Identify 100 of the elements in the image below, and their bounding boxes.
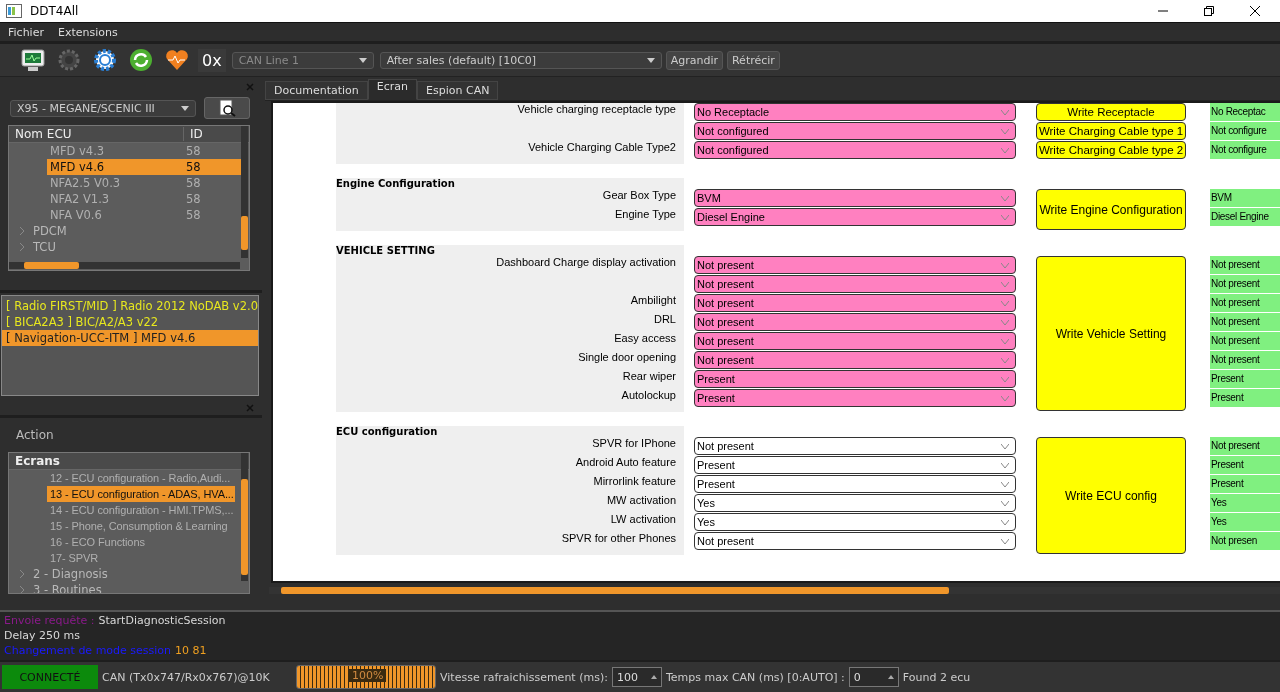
column-header[interactable]: Ecrans [9, 454, 60, 468]
log-text: Envoie requête : [4, 614, 95, 629]
read-value: Present [1210, 370, 1280, 388]
value-dropdown[interactable]: Not present [694, 437, 1016, 455]
field-label: Android Auto feature [575, 456, 676, 468]
ecu-list-item[interactable]: [ Radio FIRST/MID ] Radio 2012 NoDAB v2.0 [2, 297, 258, 314]
field-label: Gear Box Type [602, 189, 676, 201]
write-button[interactable]: Write Charging Cable type 1 [1036, 122, 1186, 140]
can-info: CAN (Tx0x747/Rx0x767)@10K [102, 670, 271, 684]
value-dropdown[interactable]: Not present [694, 313, 1016, 331]
found-count: Found 2 ecu [902, 670, 971, 684]
value-dropdown[interactable]: Not present [694, 256, 1016, 274]
write-button[interactable]: Write Charging Cable type 2 [1036, 141, 1186, 159]
value-dropdown[interactable]: Present [694, 475, 1016, 493]
tree-item[interactable]: MFD v4.6 58 [47, 159, 243, 175]
vehicle-dropdown[interactable]: X95 - MEGANE/SCENIC III [10, 99, 196, 117]
read-value: Not present [1210, 294, 1280, 312]
menu-item[interactable]: Fichier [8, 25, 44, 39]
maximize-icon[interactable] [1204, 6, 1214, 16]
field-label: Rear wiper [622, 370, 676, 382]
tab[interactable]: Documentation [265, 81, 368, 100]
value-dropdown[interactable]: Not present [694, 294, 1016, 312]
progress-reading: 100% [349, 669, 387, 682]
value-dropdown[interactable]: Not present [694, 275, 1016, 293]
caret-icon [358, 57, 367, 63]
caret-icon [181, 105, 189, 111]
read-value: Yes [1210, 494, 1280, 512]
refresh-label: Vitesse rafraichissement (ms): [440, 670, 608, 684]
field-label: LW activation [610, 513, 676, 525]
read-value: Present [1210, 456, 1280, 474]
read-value: Not present [1210, 351, 1280, 369]
scrollbar-thumb[interactable] [241, 216, 248, 250]
field-label: DRL [654, 313, 676, 325]
monitor-icon[interactable] [18, 47, 48, 73]
read-value: Not present [1210, 313, 1280, 331]
toolbar-button[interactable]: Agrandir [665, 50, 723, 70]
write-button[interactable]: Write Receptacle [1036, 103, 1186, 121]
field-label: Single door opening [578, 351, 676, 363]
write-button[interactable]: Write Vehicle Setting [1036, 256, 1186, 411]
section-title: Engine Configuration [336, 178, 456, 187]
value-dropdown[interactable]: Yes [694, 494, 1016, 512]
tab[interactable]: Ecran [367, 79, 418, 100]
scrollbar[interactable] [269, 587, 1280, 594]
panel-title: Action [15, 428, 55, 444]
close-icon[interactable] [1250, 6, 1260, 16]
refresh-spinbox[interactable]: 100 [611, 667, 662, 687]
field-label: MW activation [606, 494, 676, 506]
scrollbar-thumb[interactable] [281, 587, 949, 594]
scrollbar-thumb[interactable] [241, 479, 248, 575]
field-label: Engine Type [615, 208, 676, 220]
connection-status: CONNECTÉ [2, 665, 98, 689]
read-value: Diesel Engine [1210, 208, 1280, 226]
read-value: BVM [1210, 189, 1280, 207]
scrollbar-thumb[interactable] [24, 261, 79, 269]
toolbar-button[interactable]: Rétrécir [726, 50, 780, 70]
write-button[interactable]: Write Engine Configuration [1036, 189, 1186, 230]
timeout-spinbox[interactable]: 0 [848, 667, 899, 687]
menu-item[interactable]: Extensions [57, 25, 118, 39]
search-icon [218, 99, 236, 117]
value-dropdown[interactable]: Not present [694, 351, 1016, 369]
log-text: 10 81 [175, 644, 207, 659]
column-header[interactable]: ID [183, 127, 203, 141]
tab[interactable]: Espion CAN [417, 81, 499, 100]
value-dropdown[interactable]: Not present [694, 332, 1016, 350]
log-text: Changement de mode session [4, 644, 172, 659]
value-dropdown[interactable]: Present [694, 370, 1016, 388]
hex-toggle[interactable]: 0x [198, 48, 226, 72]
ecu-list-item[interactable]: [ BICA2A3 ] BIC/A2/A3 v22 [2, 313, 258, 330]
value-dropdown[interactable]: Not configured [694, 141, 1016, 159]
value-dropdown[interactable]: Present [694, 389, 1016, 407]
value-dropdown[interactable]: BVM [694, 189, 1016, 207]
column-header[interactable]: Nom ECU [9, 127, 183, 141]
scrollbar[interactable] [241, 126, 248, 258]
search-button[interactable] [204, 97, 250, 119]
value-dropdown[interactable]: Yes [694, 513, 1016, 531]
value-dropdown[interactable]: No Receptacle [694, 103, 1016, 121]
read-value: Present [1210, 475, 1280, 493]
read-value: Not present [1210, 256, 1280, 274]
field-label: SPVR for other Phones [561, 532, 676, 544]
scrollbar[interactable] [241, 453, 248, 581]
write-button[interactable]: Write ECU config [1036, 437, 1186, 554]
read-value: Not present [1210, 332, 1280, 350]
read-value: Not configure [1210, 122, 1280, 140]
value-dropdown[interactable]: Not configured [694, 122, 1016, 140]
field-label: Dashboard Charge display activation [496, 256, 676, 268]
field-label: Autolockup [621, 389, 676, 401]
value-dropdown[interactable]: Present [694, 456, 1016, 474]
scrollbar[interactable] [9, 261, 240, 269]
field-label: Vehicle Charging Cable Type2 [528, 141, 676, 153]
field-label: SPVR for IPhone [592, 437, 676, 449]
value-dropdown[interactable]: Not present [694, 532, 1016, 550]
read-value: Not configure [1210, 141, 1280, 159]
spin-arrow-icon[interactable] [887, 675, 894, 679]
timeout-label: Temps max CAN (ms) [0:AUTO] : [665, 670, 845, 684]
tree-item[interactable]: 13 - ECU configuration - ADAS, HVA... [47, 486, 235, 502]
session-dropdown[interactable]: After sales (default) [10C0] [379, 51, 662, 69]
ecu-list-item[interactable]: [ Navigation-UCC-ITM ] MFD v4.6 [2, 329, 258, 346]
value-dropdown[interactable]: Diesel Engine [694, 208, 1016, 226]
field-label: Mirrorlink feature [593, 475, 676, 487]
spin-arrow-icon[interactable] [650, 675, 657, 679]
